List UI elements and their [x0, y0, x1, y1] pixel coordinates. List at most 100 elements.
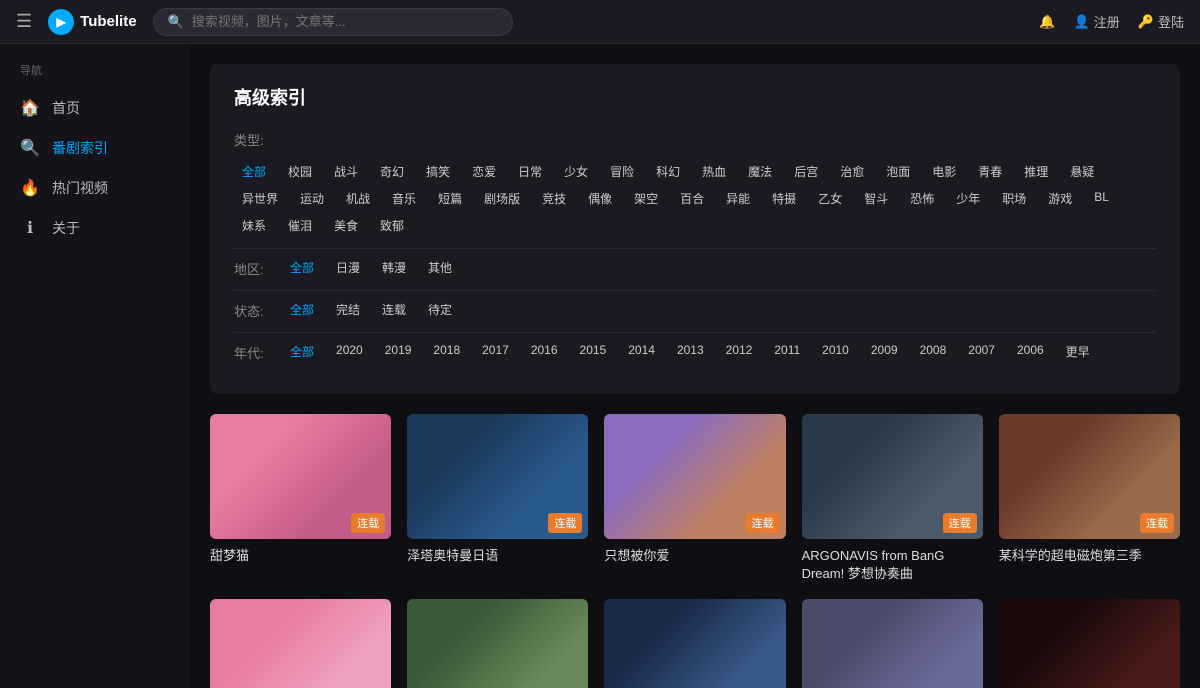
filter-tag-esport[interactable]: 竞技	[534, 188, 574, 209]
filter-tag-archspace[interactable]: 架空	[626, 188, 666, 209]
filter-tag-2012[interactable]: 2012	[718, 341, 761, 362]
sidebar-label-anime-index: 番剧索引	[52, 138, 108, 158]
filter-tag-romance[interactable]: 恋爱	[464, 161, 504, 182]
filter-tag-otome[interactable]: 乙女	[810, 188, 850, 209]
filter-tag-food[interactable]: 美食	[326, 215, 366, 236]
register-button[interactable]: 👤 注册	[1074, 12, 1120, 31]
filter-tag-idol[interactable]: 偶像	[580, 188, 620, 209]
filter-tag-imouto[interactable]: 妹系	[234, 215, 274, 236]
filter-tag-finished[interactable]: 完结	[328, 299, 368, 320]
filter-tag-2019[interactable]: 2019	[377, 341, 420, 362]
filter-tag-all-year[interactable]: 全部	[282, 341, 322, 362]
anime-card-4[interactable]: 连载 ARGONAVIS from BanG Dream! 梦想协奏曲	[802, 414, 983, 583]
anime-card-9[interactable]: 12集全 啄木鸟侦探所	[802, 599, 983, 688]
anime-card-7[interactable]: 连载 黑色五叶草	[407, 599, 588, 688]
sidebar-label-home: 首页	[52, 98, 80, 118]
filter-tag-music[interactable]: 音乐	[384, 188, 424, 209]
filter-tag-all-type[interactable]: 全部	[234, 161, 274, 182]
filter-tag-healing[interactable]: 治愈	[832, 161, 872, 182]
filter-tag-2009[interactable]: 2009	[863, 341, 906, 362]
sidebar-section-label: 导航	[0, 58, 190, 88]
filter-tag-noodle[interactable]: 泡面	[878, 161, 918, 182]
filter-tag-2007[interactable]: 2007	[960, 341, 1003, 362]
divider-1	[234, 248, 1156, 249]
main-layout: 导航 🏠 首页 🔍 番剧索引 🔥 热门视频 ℹ 关于 高级索引 类型: 全部	[0, 44, 1200, 688]
filter-tag-earlier[interactable]: 更早	[1058, 341, 1098, 362]
anime-card-3[interactable]: 连载 只想被你爱	[604, 414, 785, 583]
filter-tag-campus[interactable]: 校园	[280, 161, 320, 182]
filter-tag-special[interactable]: 特摄	[764, 188, 804, 209]
anime-card-2[interactable]: 连载 泽塔奥特曼日语	[407, 414, 588, 583]
filter-tag-work[interactable]: 职场	[994, 188, 1034, 209]
filter-tag-isekai[interactable]: 异世界	[234, 188, 286, 209]
filter-tag-bl[interactable]: BL	[1086, 188, 1117, 209]
filter-tag-short[interactable]: 短篇	[430, 188, 470, 209]
filter-tag-youth[interactable]: 青春	[970, 161, 1010, 182]
filter-tag-magic[interactable]: 魔法	[740, 161, 780, 182]
filter-tag-2016[interactable]: 2016	[523, 341, 566, 362]
filter-label-status: 状态:	[234, 299, 270, 320]
filter-tag-suspense[interactable]: 悬疑	[1062, 161, 1102, 182]
filter-tag-mecha[interactable]: 机战	[338, 188, 378, 209]
filter-tag-comedy[interactable]: 搞笑	[418, 161, 458, 182]
filter-tag-tear[interactable]: 催泪	[280, 215, 320, 236]
filter-tag-korea[interactable]: 韩漫	[374, 257, 414, 278]
filter-tag-girl[interactable]: 少女	[556, 161, 596, 182]
sidebar-item-about[interactable]: ℹ 关于	[0, 208, 190, 248]
login-button[interactable]: 🔑 登陆	[1138, 12, 1184, 31]
anime-card-6[interactable]: 连载 水果篮子第二季	[210, 599, 391, 688]
search-bar[interactable]: 🔍	[153, 8, 513, 36]
filter-tag-scifi[interactable]: 科幻	[648, 161, 688, 182]
logo[interactable]: ▶ Tubelite	[48, 9, 136, 35]
filter-tag-harem[interactable]: 后宫	[786, 161, 826, 182]
filter-tag-2006[interactable]: 2006	[1009, 341, 1052, 362]
filter-tags-type: 全部 校园 战斗 奇幻 搞笑 恋爱 日常 少女 冒险 科幻 热血 魔法 后宫 治…	[234, 161, 1156, 236]
filter-tag-sport[interactable]: 运动	[292, 188, 332, 209]
login-label: 登陆	[1158, 12, 1184, 31]
sidebar-item-anime-index[interactable]: 🔍 番剧索引	[0, 128, 190, 168]
filter-tag-2010[interactable]: 2010	[814, 341, 857, 362]
filter-tag-2011[interactable]: 2011	[766, 341, 808, 362]
filter-tag-daily[interactable]: 日常	[510, 161, 550, 182]
filter-tag-fantasy[interactable]: 奇幻	[372, 161, 412, 182]
filter-tag-battle[interactable]: 战斗	[326, 161, 366, 182]
filter-tag-2018[interactable]: 2018	[425, 341, 468, 362]
filter-tag-boy[interactable]: 少年	[948, 188, 988, 209]
filter-tag-yuri[interactable]: 百合	[672, 188, 712, 209]
filter-tag-horror[interactable]: 恐怖	[902, 188, 942, 209]
filter-tag-all-region[interactable]: 全部	[282, 257, 322, 278]
anime-card-8[interactable]: 连载 Deca-Dence	[604, 599, 785, 688]
search-input[interactable]	[192, 14, 498, 29]
filter-tag-ongoing[interactable]: 连载	[374, 299, 414, 320]
filter-tag-hotblood[interactable]: 热血	[694, 161, 734, 182]
filter-tag-2015[interactable]: 2015	[572, 341, 615, 362]
filter-tag-theater[interactable]: 剧场版	[476, 188, 528, 209]
anime-card-10[interactable]: 12集全 时空囚徒	[999, 599, 1180, 688]
filter-tag-other-region[interactable]: 其他	[420, 257, 460, 278]
filter-tag-2017[interactable]: 2017	[474, 341, 517, 362]
filter-tag-game[interactable]: 游戏	[1040, 188, 1080, 209]
anime-card-1[interactable]: 连载 甜梦猫	[210, 414, 391, 583]
anime-thumb-10: 12集全	[999, 599, 1180, 688]
filter-tag-2013[interactable]: 2013	[669, 341, 712, 362]
register-icon: 👤	[1074, 14, 1090, 30]
hot-video-icon: 🔥	[20, 178, 40, 198]
filter-tag-depression[interactable]: 致郁	[372, 215, 412, 236]
filter-tag-all-status[interactable]: 全部	[282, 299, 322, 320]
filter-tag-esper[interactable]: 异能	[718, 188, 758, 209]
filter-tag-pending[interactable]: 待定	[420, 299, 460, 320]
anime-title-1: 甜梦猫	[210, 547, 391, 565]
filter-tag-movie[interactable]: 电影	[924, 161, 964, 182]
filter-tag-2014[interactable]: 2014	[620, 341, 663, 362]
filter-tag-japan[interactable]: 日漫	[328, 257, 368, 278]
filter-tag-2020[interactable]: 2020	[328, 341, 371, 362]
filter-tag-mystery[interactable]: 推理	[1016, 161, 1056, 182]
filter-tag-2008[interactable]: 2008	[912, 341, 955, 362]
bell-button[interactable]: 🔔	[1039, 14, 1055, 30]
menu-icon[interactable]: ☰	[16, 11, 32, 32]
filter-tag-wisdom[interactable]: 智斗	[856, 188, 896, 209]
sidebar-item-home[interactable]: 🏠 首页	[0, 88, 190, 128]
filter-tag-adventure[interactable]: 冒险	[602, 161, 642, 182]
sidebar-item-hot-video[interactable]: 🔥 热门视频	[0, 168, 190, 208]
anime-card-5[interactable]: 连载 某科学的超电磁炮第三季	[999, 414, 1180, 583]
